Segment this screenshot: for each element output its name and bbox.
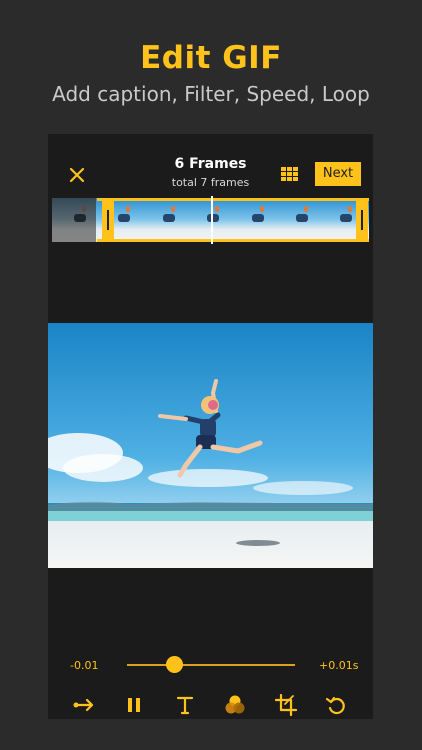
- text-button[interactable]: [173, 693, 197, 717]
- loop-arrow-icon: [73, 698, 94, 712]
- editor-screen: 6 Frames total 7 frames Next -0.01 +0.01…: [48, 134, 373, 719]
- filter-icon: [225, 695, 245, 714]
- promo-title: Edit GIF: [140, 40, 282, 76]
- gif-preview-image: [48, 323, 373, 568]
- close-icon: [69, 167, 85, 183]
- undo-button[interactable]: [324, 693, 348, 717]
- speed-controls: -0.01 +0.01s: [48, 649, 373, 719]
- speed-min-label: -0.01: [70, 659, 99, 672]
- frames-count-title: 6 Frames: [174, 156, 247, 172]
- playhead[interactable]: [211, 196, 214, 244]
- next-button[interactable]: Next: [315, 162, 361, 186]
- filter-button[interactable]: [223, 693, 247, 717]
- top-bar: 6 Frames total 7 frames Next: [48, 134, 373, 194]
- frames-info: 6 Frames total 7 frames: [158, 156, 263, 190]
- pause-button[interactable]: [122, 693, 146, 717]
- speed-slider-thumb[interactable]: [165, 656, 183, 673]
- speed-slider-track[interactable]: [127, 664, 295, 666]
- promo-subtitle: Add caption, Filter, Speed, Loop: [52, 82, 370, 106]
- frames-total-subtitle: total 7 frames: [171, 176, 250, 189]
- range-start-handle[interactable]: [102, 198, 114, 242]
- speed-max-label: +0.01s: [319, 659, 359, 672]
- range-end-handle[interactable]: [356, 198, 368, 242]
- loop-button[interactable]: [72, 693, 96, 717]
- close-button[interactable]: [66, 164, 88, 186]
- undo-icon: [325, 696, 345, 715]
- grid-button[interactable]: [281, 167, 299, 181]
- crop-button[interactable]: [274, 693, 298, 717]
- text-icon: [176, 696, 194, 715]
- pause-icon: [128, 698, 140, 712]
- crop-icon: [274, 693, 298, 717]
